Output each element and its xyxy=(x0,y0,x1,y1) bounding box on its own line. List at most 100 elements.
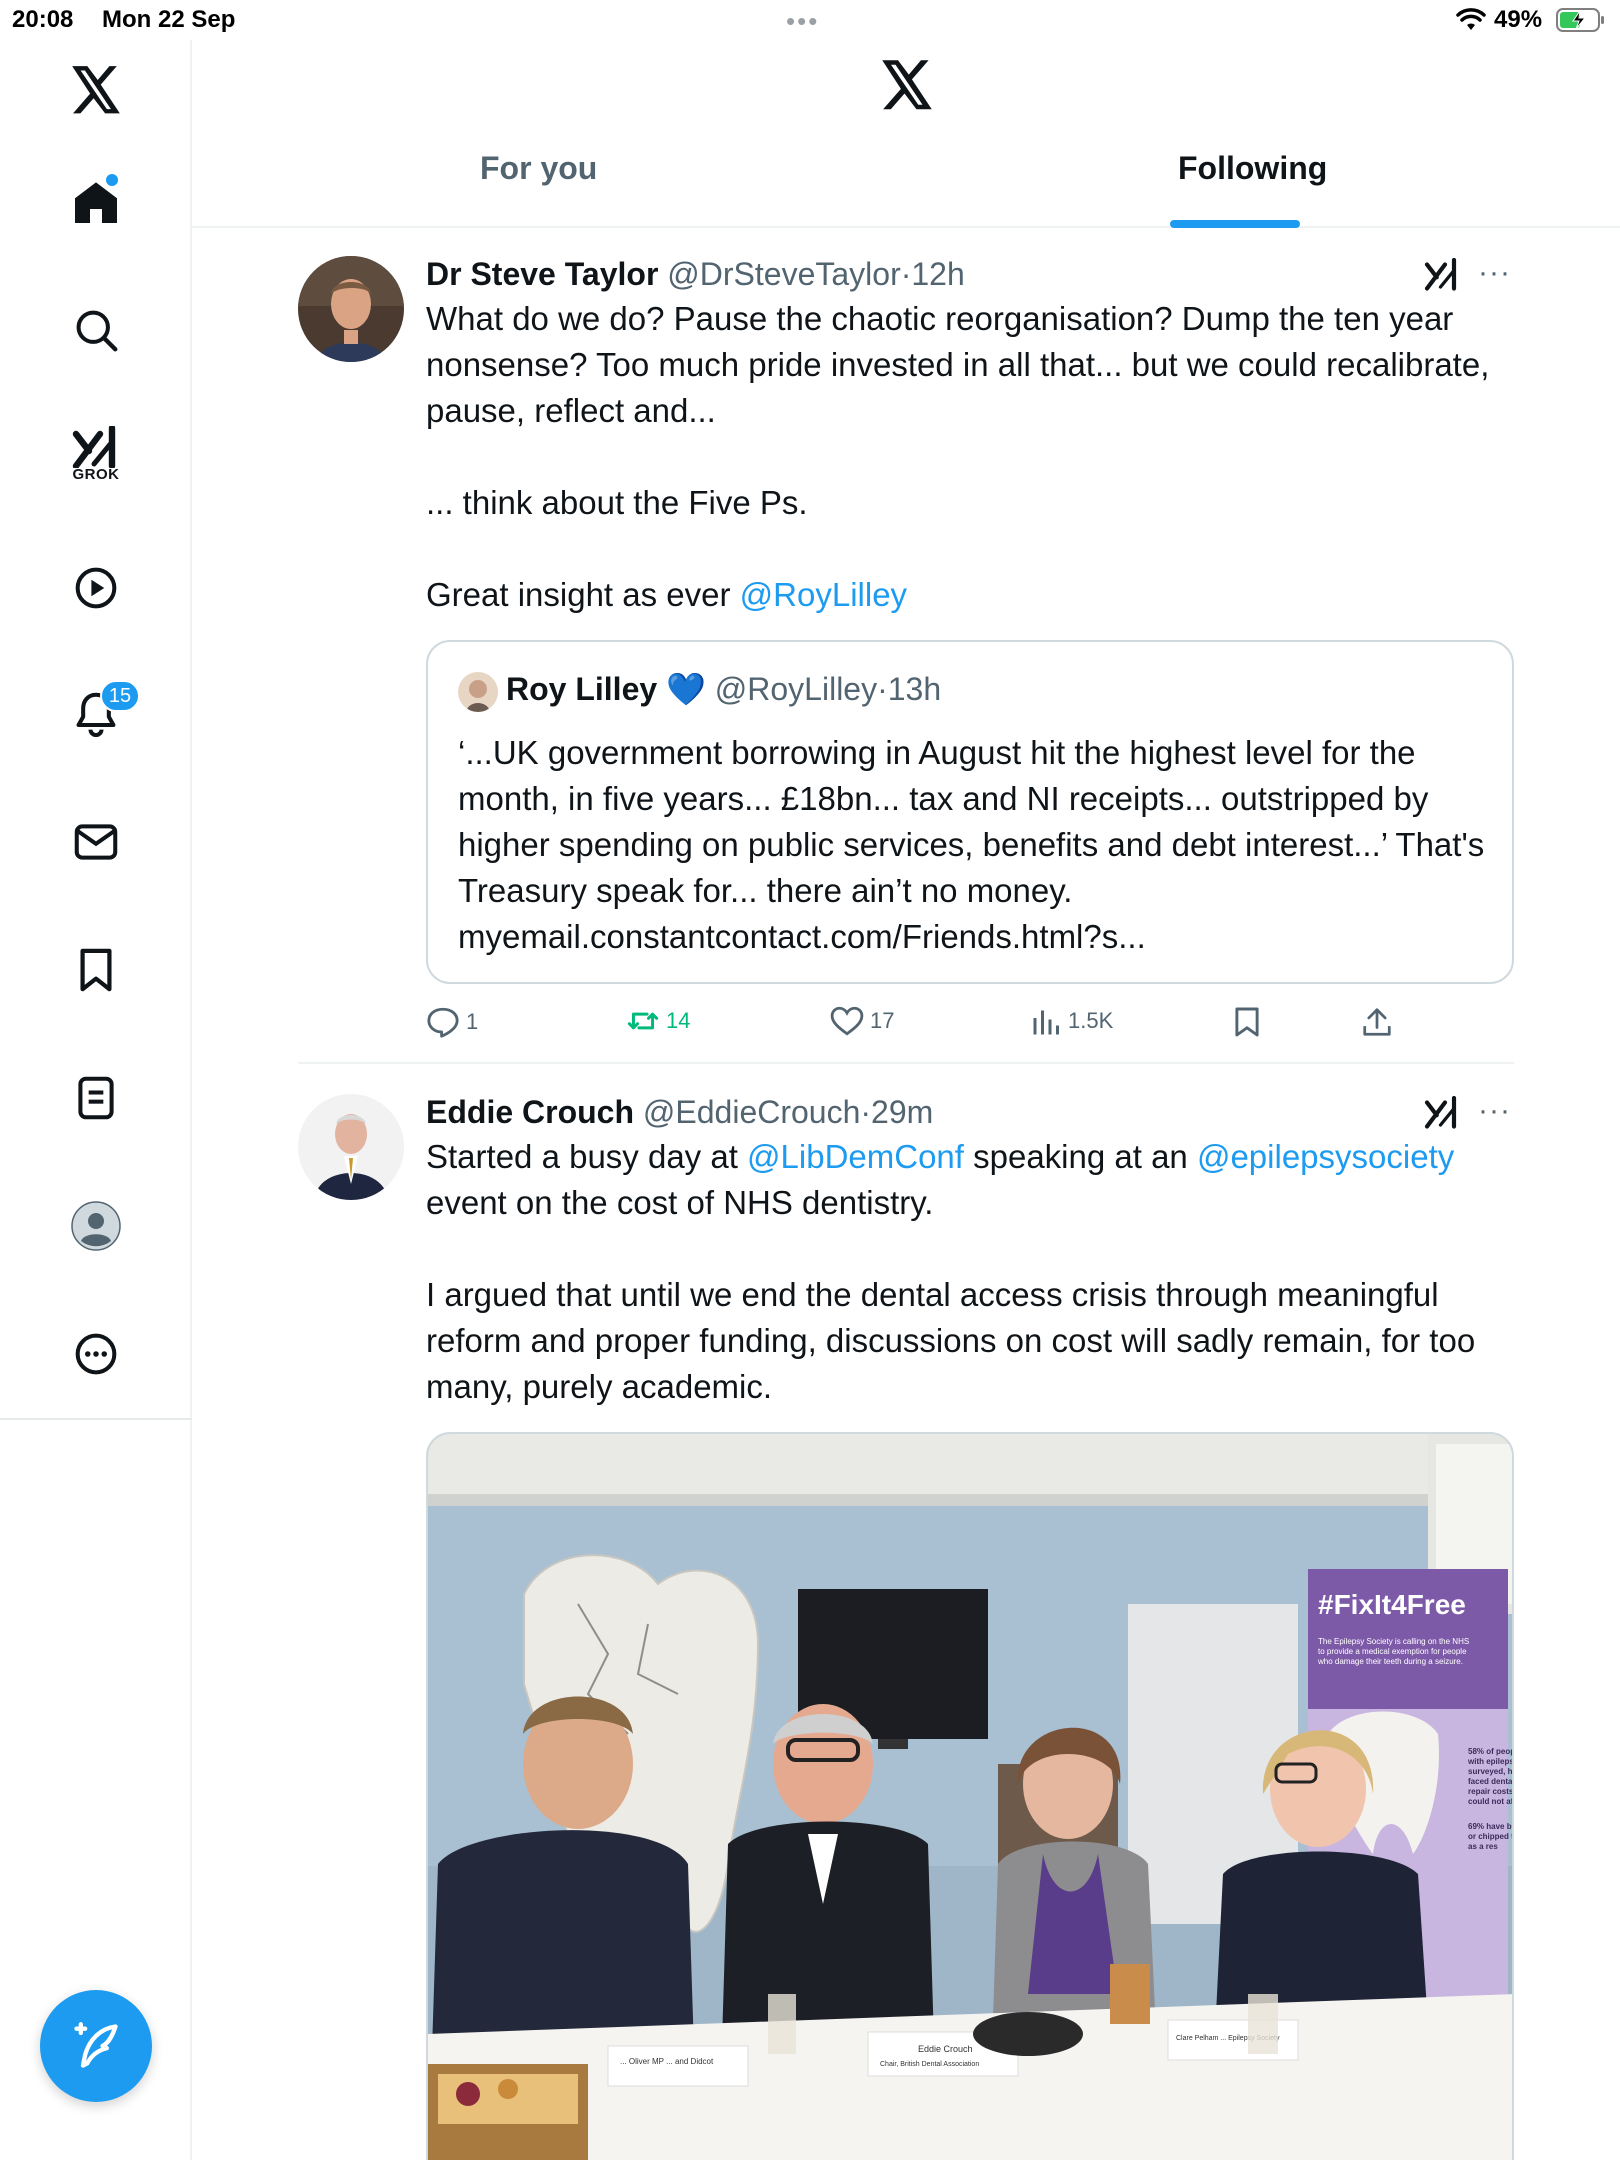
banner-stat-line: as a res xyxy=(1468,1842,1498,1851)
profile-icon[interactable] xyxy=(56,1186,136,1266)
banner-stat-line: faced dental xyxy=(1468,1777,1514,1786)
views-icon xyxy=(1033,1010,1059,1035)
display-name[interactable]: Dr Steve Taylor xyxy=(426,256,658,292)
share-button[interactable] xyxy=(1362,1006,1392,1038)
banner-subtitle-line: to provide a medical exemption for peopl… xyxy=(1318,1647,1467,1656)
timestamp[interactable]: 29m xyxy=(871,1094,933,1130)
separator: · xyxy=(860,1094,872,1130)
tweet-paragraph: ... think about the Five Ps. xyxy=(426,484,808,521)
tweet-text-span: event on the cost of NHS dentistry. xyxy=(426,1184,934,1221)
tweet-actions: 1 14 17 1.5K xyxy=(426,1006,1426,1046)
grok-label: GROK xyxy=(72,466,120,483)
bookmarks-icon[interactable] xyxy=(56,930,136,1010)
reply-button[interactable]: 1 xyxy=(426,1006,478,1038)
tweet-paragraph: Started a busy day at @LibDemConf speaki… xyxy=(426,1134,1526,1226)
tweet-text: What do we do? Pause the chaotic reorgan… xyxy=(426,296,1526,618)
bookmark-icon xyxy=(1235,1007,1259,1037)
reply-icon xyxy=(427,1007,459,1038)
tab-following[interactable]: Following xyxy=(1178,150,1327,187)
display-name[interactable]: Roy Lilley xyxy=(506,671,657,707)
timestamp[interactable]: 12h xyxy=(911,256,964,292)
tweet-divider xyxy=(298,1062,1514,1064)
tweet-text-span: speaking at an xyxy=(963,1138,1197,1175)
separator: · xyxy=(877,671,888,707)
tweet[interactable]: Dr Steve Taylor @DrSteveTaylor · 12h ··· W… xyxy=(298,256,1514,1056)
handle[interactable]: @DrSteveTaylor xyxy=(667,256,900,292)
more-options-icon[interactable]: ··· xyxy=(1478,256,1511,290)
banner-stat-line: or chipped th xyxy=(1468,1832,1514,1841)
handle[interactable]: @EddieCrouch xyxy=(643,1094,860,1130)
display-name[interactable]: Eddie Crouch xyxy=(426,1094,634,1130)
banner-stat-line: repair costs t xyxy=(1468,1787,1514,1796)
name-card: Eddie Crouch xyxy=(918,2044,973,2054)
status-bar: 20:08 Mon 22 Sep ••• 49% xyxy=(0,0,1620,40)
banner-stat-line: with epilepsy, xyxy=(1467,1757,1514,1766)
tweet-photo[interactable]: #FixIt4Free The Epilepsy Society is call… xyxy=(426,1432,1514,2160)
x-logo-icon[interactable] xyxy=(880,60,934,115)
sidebar: GROK 15 xyxy=(0,40,192,1420)
name-card: ... Oliver MP ... and Didcot xyxy=(620,2057,714,2066)
active-tab-indicator xyxy=(1170,220,1300,228)
banner-subtitle: The Epilepsy Society is calling on the N… xyxy=(1317,1637,1469,1666)
banner-stat-line: surveyed, hav xyxy=(1468,1767,1514,1776)
repost-icon xyxy=(627,1012,659,1030)
feather-plus-icon xyxy=(74,2022,118,2068)
avatar[interactable] xyxy=(458,672,498,712)
heart-icon xyxy=(830,1006,864,1036)
grok-explain-icon[interactable] xyxy=(1424,257,1460,297)
home-icon[interactable] xyxy=(56,162,136,242)
like-count: 17 xyxy=(870,1008,895,1033)
quoted-tweet-header: Roy Lilley 💙 @RoyLilley·13h xyxy=(506,670,941,708)
timeline-header: For you Following xyxy=(192,40,1620,228)
name-card-subtitle: Chair, British Dental Association xyxy=(880,2061,979,2068)
views-count: 1.5K xyxy=(1068,1008,1114,1033)
notifications-icon[interactable]: 15 xyxy=(56,674,140,754)
views-button[interactable]: 1.5K xyxy=(1032,1006,1113,1036)
clock: 20:08 xyxy=(12,6,74,33)
like-button[interactable]: 17 xyxy=(830,1006,894,1036)
messages-icon[interactable] xyxy=(56,802,136,882)
banner-subtitle-line: who damage their teeth during a seizure. xyxy=(1317,1657,1463,1666)
home-unread-dot xyxy=(106,174,118,186)
mention-link[interactable]: @RoyLilley xyxy=(740,576,907,613)
timestamp[interactable]: 13h xyxy=(888,671,941,707)
quoted-tweet[interactable]: Roy Lilley 💙 @RoyLilley·13h ‘...UK gover… xyxy=(426,640,1514,984)
wifi-icon xyxy=(1456,8,1486,39)
date: Mon 22 Sep xyxy=(102,6,236,33)
banner-stat-line: 69% have bro xyxy=(1468,1822,1514,1831)
banner-stat: 58% of peoplewith epilepsy,surveyed, hav… xyxy=(1467,1747,1514,1806)
compose-button[interactable] xyxy=(40,1990,152,2102)
battery-icon xyxy=(1556,8,1606,39)
lists-icon[interactable] xyxy=(56,1058,136,1138)
repost-count: 14 xyxy=(666,1008,691,1033)
search-icon[interactable] xyxy=(56,290,136,370)
banner-subtitle-line: The Epilepsy Society is calling on the N… xyxy=(1318,1637,1469,1646)
tweet-text: Started a busy day at @LibDemConf speaki… xyxy=(426,1134,1526,1410)
tweet-header: Eddie Crouch @EddieCrouch·29m xyxy=(426,1094,933,1131)
more-icon[interactable] xyxy=(56,1314,136,1394)
grok-explain-icon[interactable] xyxy=(1424,1095,1460,1135)
banner-title: #FixIt4Free xyxy=(1318,1589,1466,1620)
sidebar-divider xyxy=(0,1418,192,1420)
mention-link[interactable]: @LibDemConf xyxy=(747,1138,964,1175)
tweet-text-span: Started a busy day at xyxy=(426,1138,748,1175)
notifications-badge: 15 xyxy=(100,680,140,712)
x-logo-icon[interactable] xyxy=(56,50,136,130)
video-icon[interactable] xyxy=(56,548,136,628)
tweet-paragraph: Great insight as ever @RoyLilley xyxy=(426,572,1526,618)
repost-button[interactable]: 14 xyxy=(626,1006,690,1036)
multitasking-dots-icon[interactable]: ••• xyxy=(786,6,819,37)
avatar[interactable] xyxy=(298,1094,404,1200)
grok-icon[interactable]: GROK xyxy=(56,414,136,494)
bookmark-button[interactable] xyxy=(1234,1006,1260,1038)
more-options-icon[interactable]: ··· xyxy=(1478,1094,1511,1128)
tab-for-you[interactable]: For you xyxy=(480,150,597,187)
tweet-paragraph: What do we do? Pause the chaotic reorgan… xyxy=(426,300,1490,429)
sidebar-border xyxy=(190,1420,192,2160)
handle[interactable]: @RoyLilley xyxy=(715,671,877,707)
tweet-paragraph: I argued that until we end the dental ac… xyxy=(426,1276,1476,1405)
banner-stat-line: 58% of people xyxy=(1468,1747,1514,1756)
tweet-text-span: Great insight as ever xyxy=(426,576,740,613)
mention-link[interactable]: @epilepsysociety xyxy=(1197,1138,1454,1175)
avatar[interactable] xyxy=(298,256,404,362)
